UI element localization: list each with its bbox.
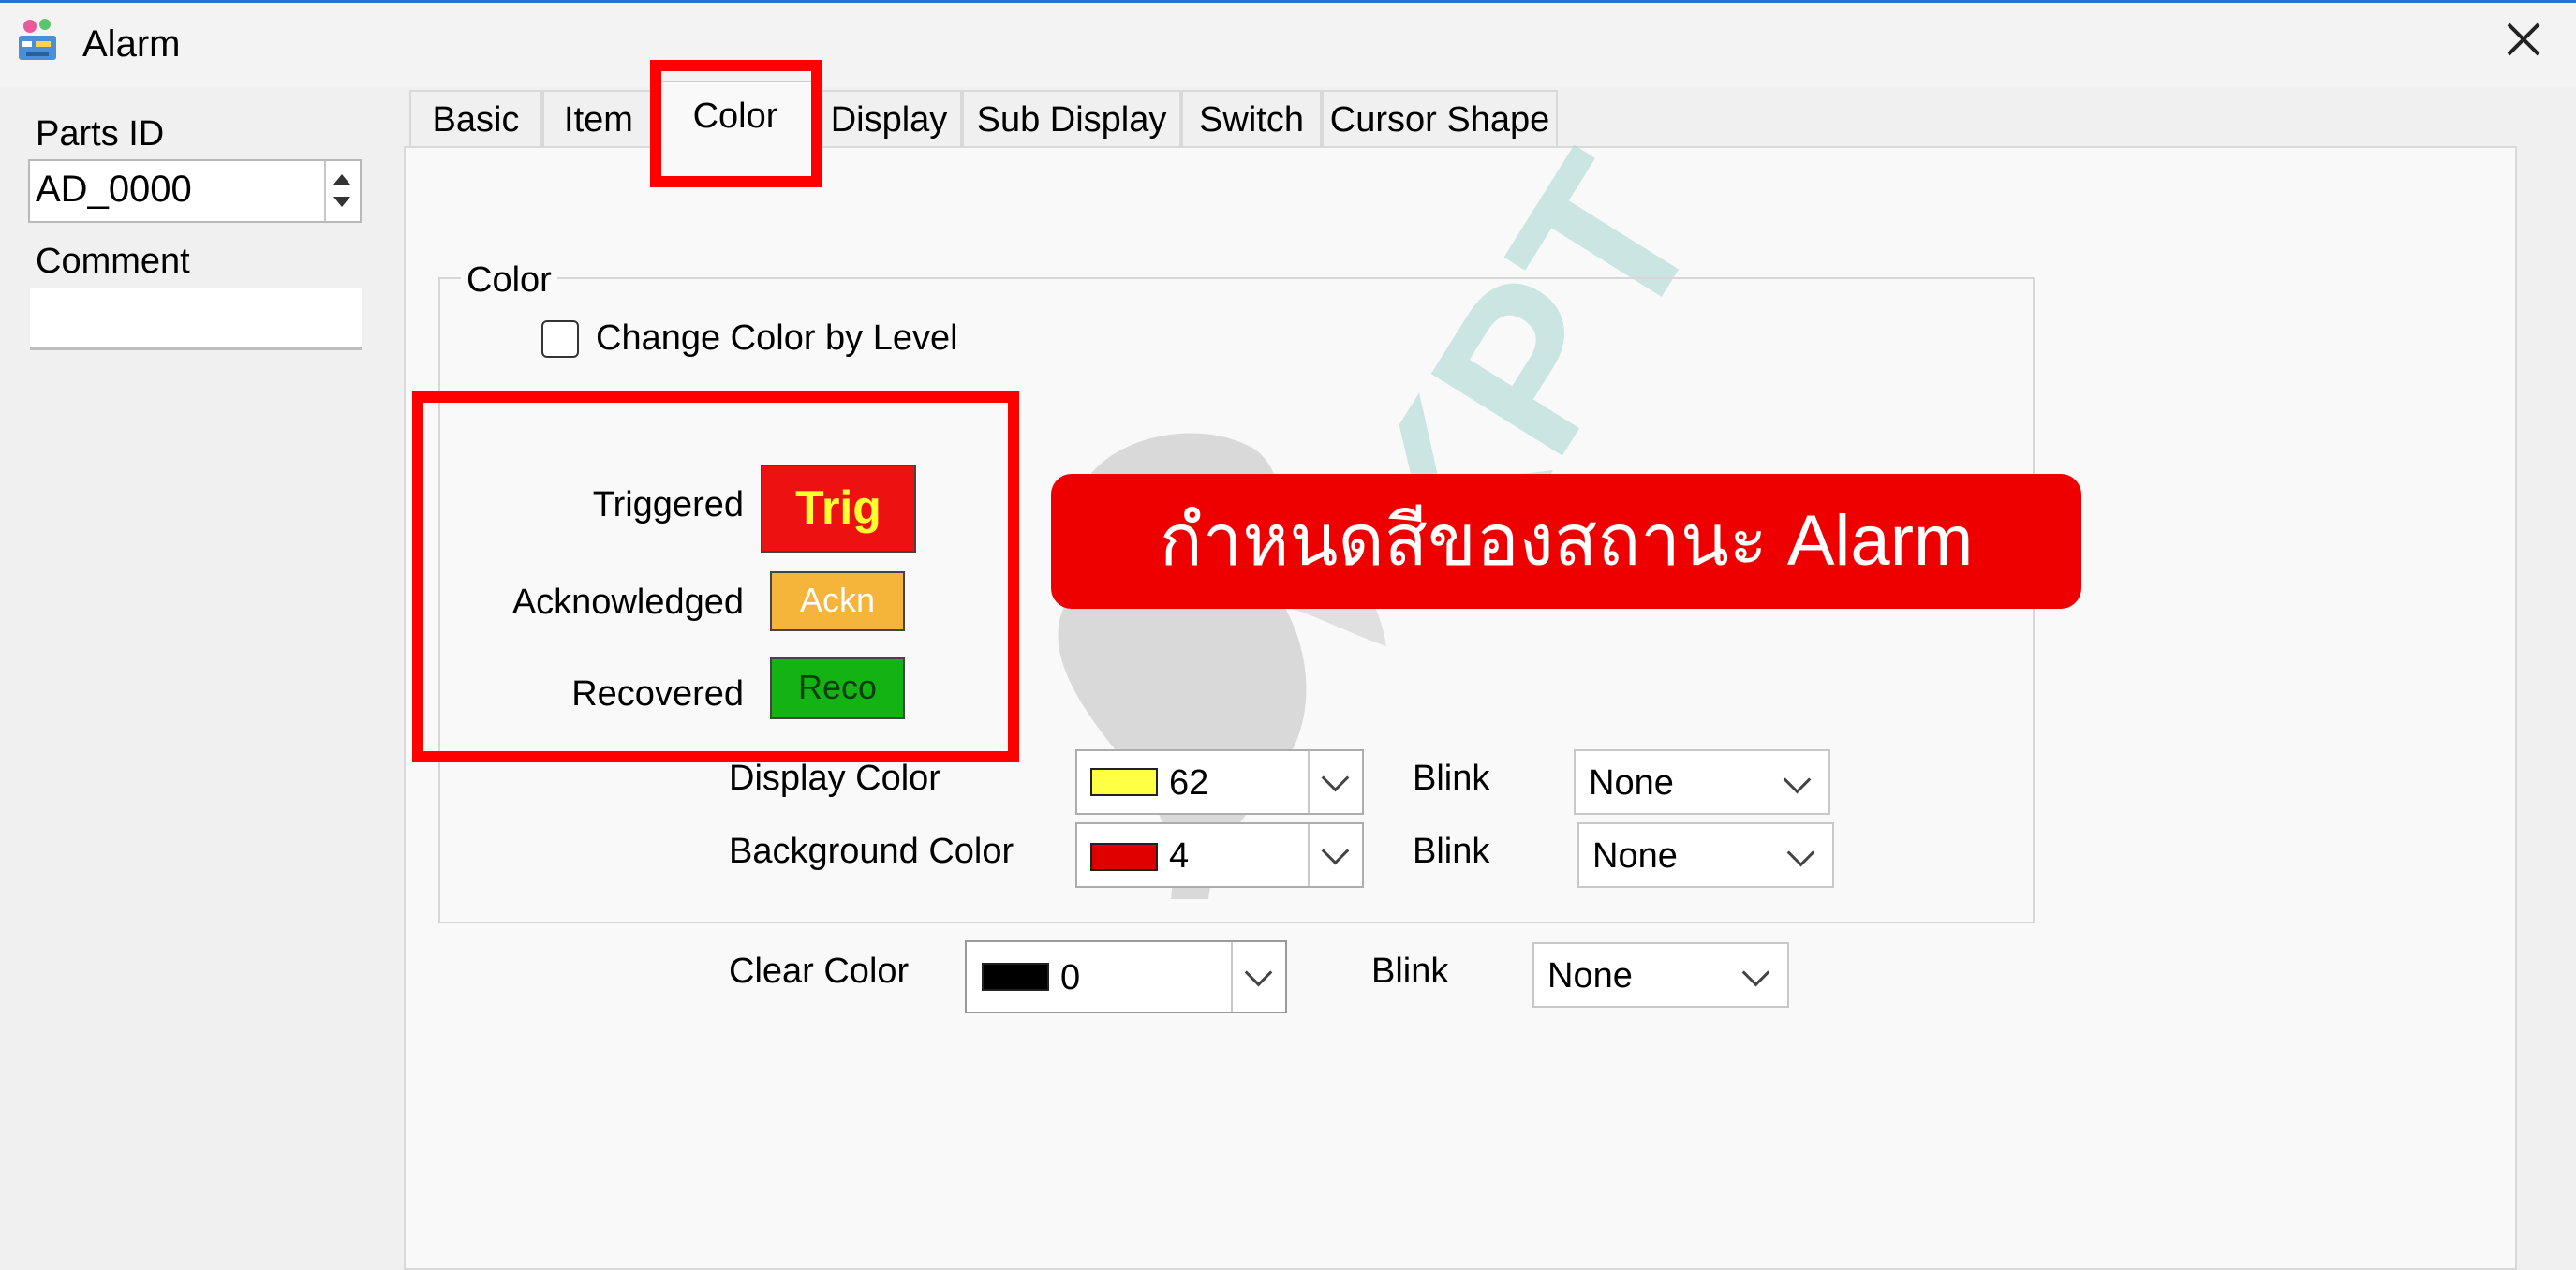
background-blink-label: Blink [1413,832,1490,871]
display-color-value: 62 [1169,763,1209,803]
background-color-dropdown[interactable]: 4 [1075,822,1364,888]
background-color-arrow[interactable] [1308,824,1362,886]
clear-color-chip [982,963,1049,991]
change-color-by-level-label: Change Color by Level [596,318,958,358]
annotation-callout-text: กำหนดสีของสถานะ Alarm [1159,501,1974,581]
parts-id-spinner[interactable]: AD_0000 [28,159,362,223]
clear-blink-label: Blink [1371,952,1449,991]
background-blink-dropdown[interactable]: None [1577,822,1834,888]
clear-color-dropdown[interactable]: 0 [965,940,1287,1013]
display-color-label: Display Color [729,759,940,798]
display-blink-label: Blink [1413,759,1490,798]
display-color-arrow[interactable] [1308,751,1362,813]
display-blink-dropdown[interactable]: None [1574,749,1830,815]
parts-id-label: Parts ID [36,114,165,154]
close-icon[interactable] [2497,13,2550,66]
background-color-label: Background Color [729,832,1014,871]
background-color-chip [1090,843,1158,871]
comment-label: Comment [36,242,190,281]
clear-blink-value: None [1547,956,1633,996]
spin-down-icon[interactable] [333,197,350,207]
tab-display[interactable]: Display [816,90,962,146]
color-group-title: Color [461,258,557,302]
tab-sub-display[interactable]: Sub Display [962,90,1181,146]
chevron-down-icon [1244,958,1273,987]
state-colors-highlight [412,391,1019,762]
display-color-dropdown[interactable]: 62 [1075,749,1364,815]
chevron-down-icon [1321,763,1350,792]
clear-color-value: 0 [1060,958,1081,997]
color-tab-highlight [650,60,822,187]
tab-basic[interactable]: Basic [409,90,542,146]
clear-color-label: Clear Color [729,952,910,991]
clear-color-arrow[interactable] [1231,942,1285,1012]
clear-blink-dropdown[interactable]: None [1532,942,1789,1008]
display-blink-value: None [1589,763,1674,803]
app-icon [13,15,66,67]
spin-up-icon[interactable] [333,174,350,185]
background-blink-value: None [1592,836,1678,876]
display-color-chip [1090,768,1158,796]
tab-item[interactable]: Item [542,90,655,146]
tab-switch[interactable]: Switch [1181,90,1322,146]
comment-input[interactable] [30,288,362,350]
chevron-down-icon [1741,958,1770,987]
chevron-down-icon [1321,836,1350,865]
background-color-value: 4 [1169,836,1190,876]
title-bar [0,0,2576,86]
chevron-down-icon [1783,765,1812,794]
change-color-by-level-checkbox[interactable] [541,320,579,358]
window-title: Alarm [82,23,181,65]
spinner-buttons[interactable] [324,161,360,221]
window-accent-line [0,0,2576,3]
chevron-down-icon [1786,838,1815,867]
parts-id-value: AD_0000 [36,169,192,210]
